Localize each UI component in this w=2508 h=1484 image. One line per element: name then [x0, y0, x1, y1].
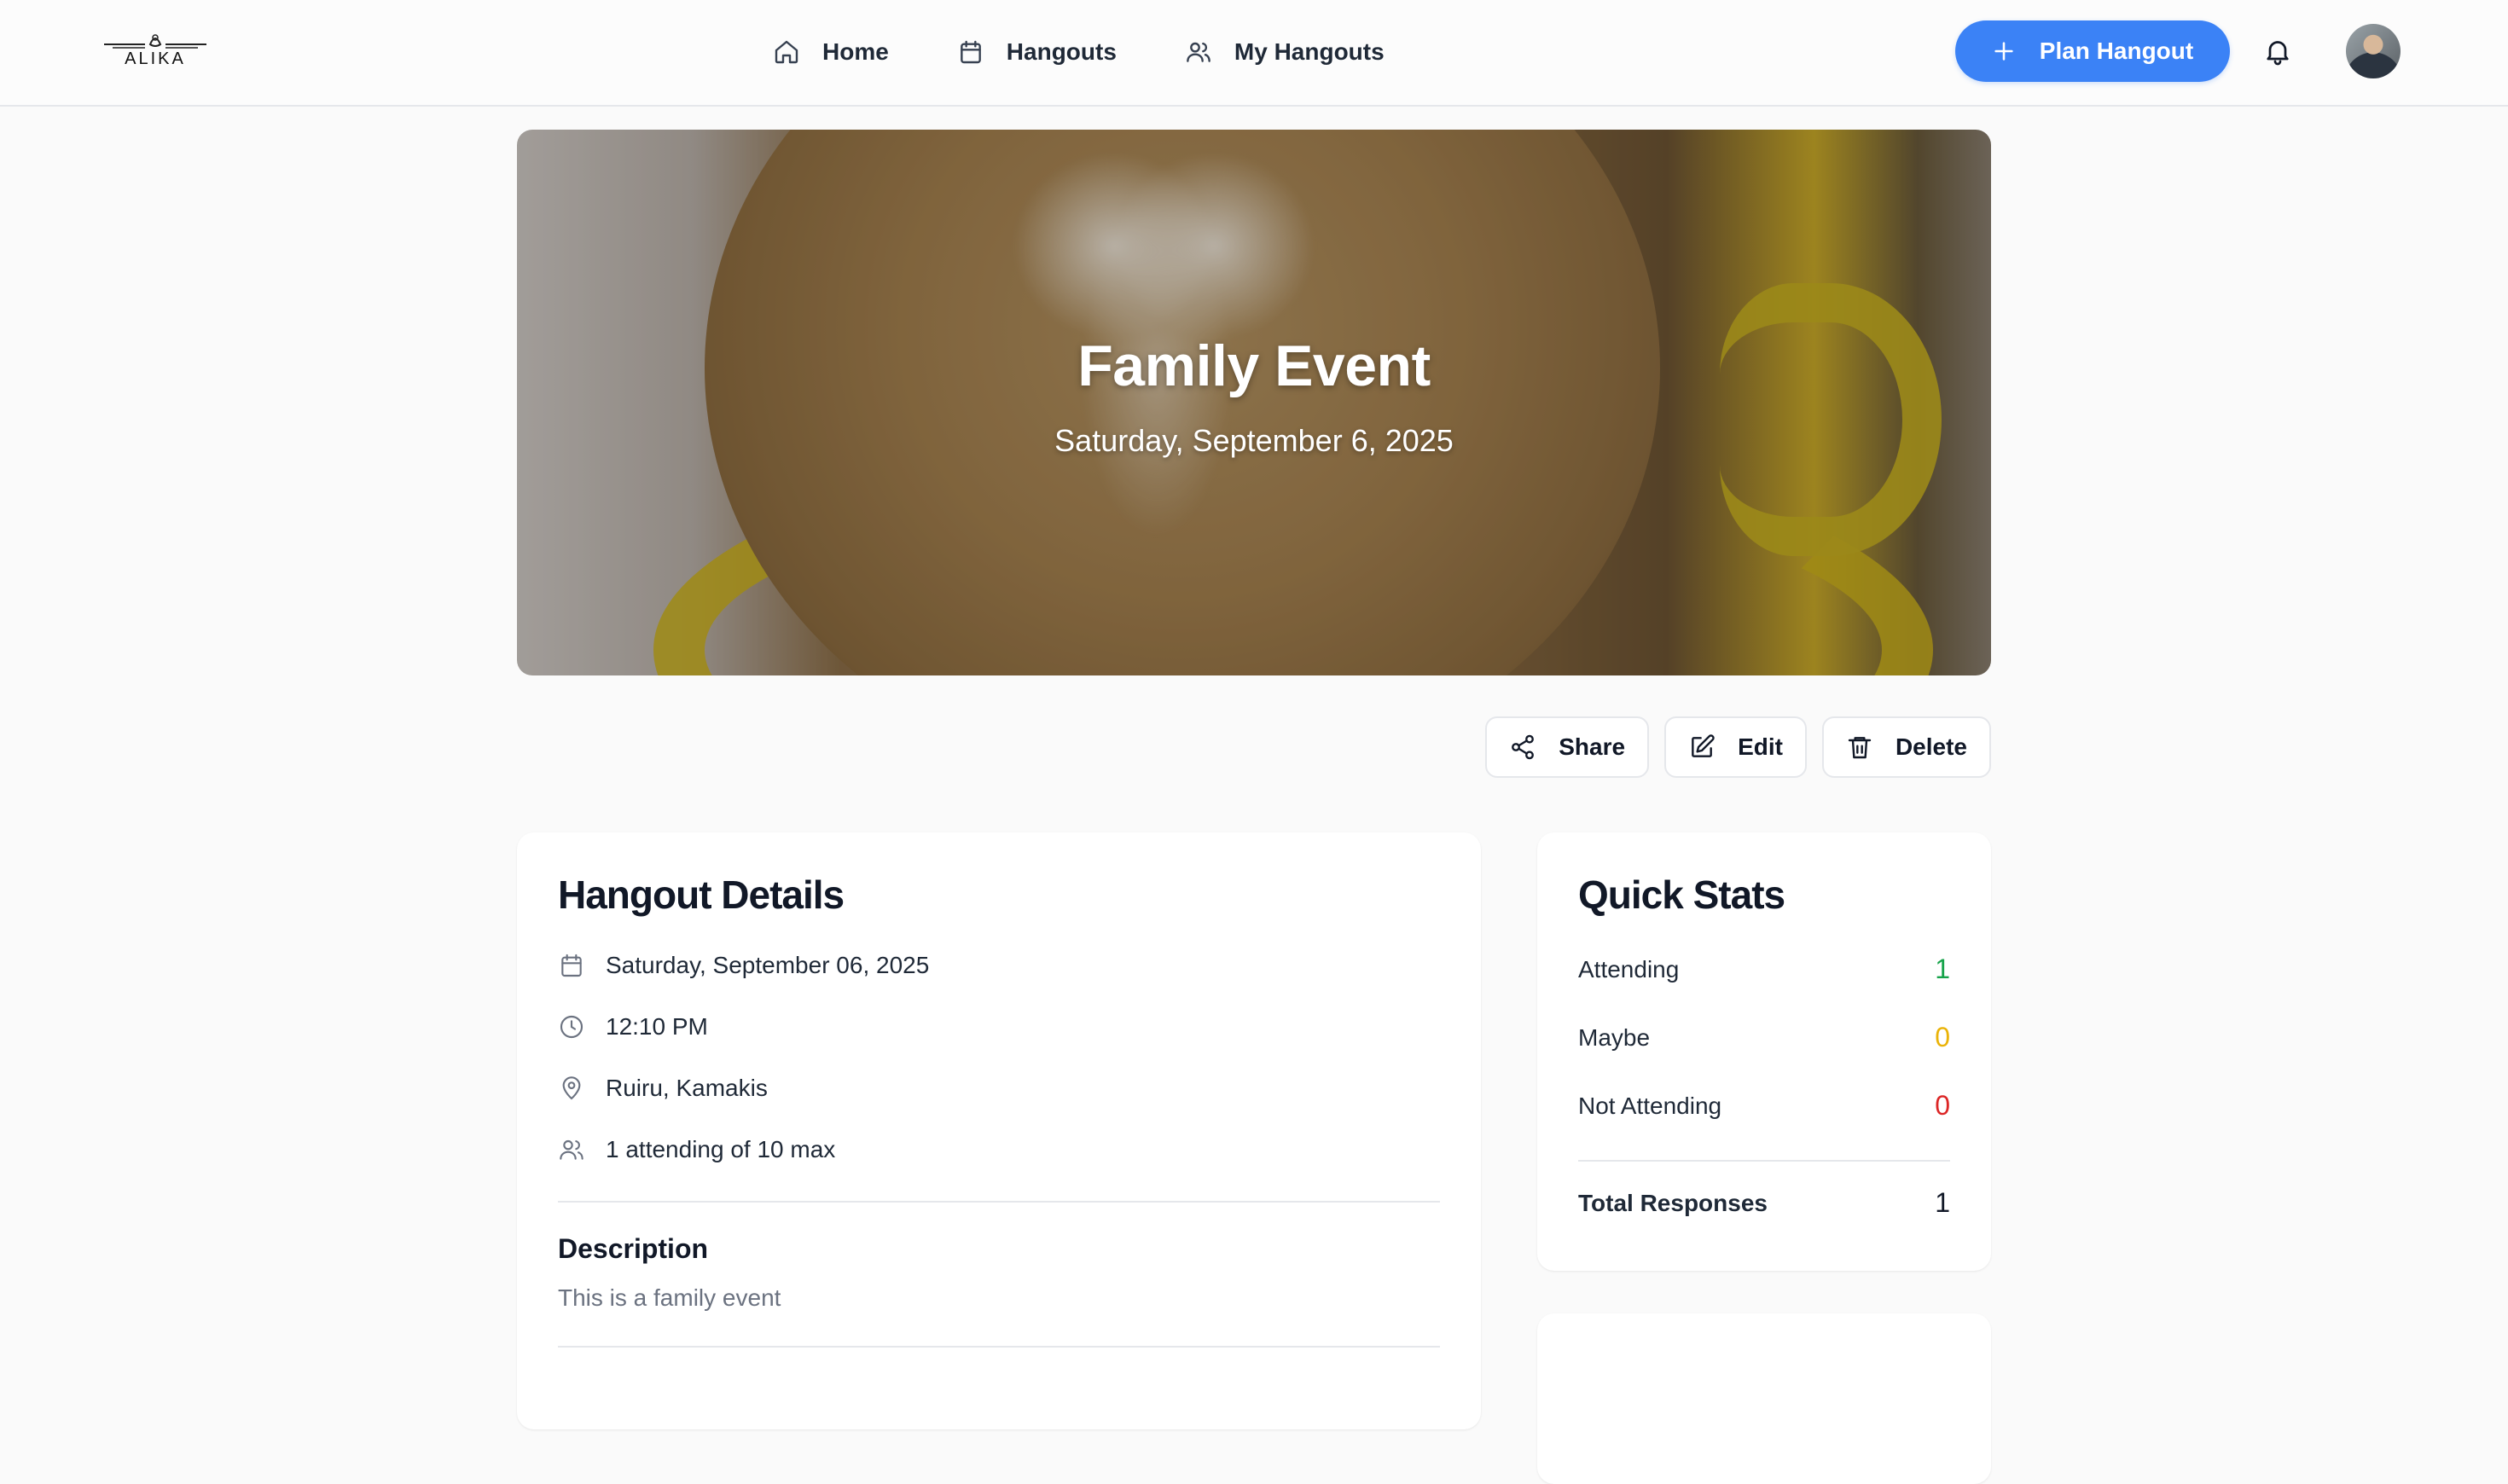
detail-time: 12:10 PM: [558, 1013, 708, 1041]
hero-banner: Family Event Saturday, September 6, 2025: [517, 130, 1991, 675]
stat-total: Total Responses 1: [1578, 1187, 1950, 1219]
stats-title: Quick Stats: [1578, 872, 1785, 917]
home-icon: [775, 40, 798, 64]
event-title: Family Event: [1077, 333, 1431, 398]
detail-time-text: 12:10 PM: [606, 1013, 708, 1040]
nav-my-hangouts[interactable]: My Hangouts: [1185, 38, 1385, 66]
nav-hangouts-label: Hangouts: [1006, 38, 1117, 65]
description-text: This is a family event: [558, 1284, 781, 1311]
details-title: Hangout Details: [558, 872, 845, 917]
share-label: Share: [1559, 733, 1626, 760]
stat-total-label: Total Responses: [1578, 1189, 1768, 1216]
nav-hangouts[interactable]: Hangouts: [957, 38, 1117, 66]
stat-maybe-label: Maybe: [1578, 1023, 1651, 1051]
stats-divider: [1578, 1160, 1950, 1162]
users-icon: [1187, 42, 1210, 62]
share-icon: [1512, 734, 1535, 760]
stat-attending-label: Attending: [1578, 955, 1680, 983]
stat-attending: Attending 1: [1578, 954, 1950, 985]
plan-hangout-label: Plan Hangout: [2039, 38, 2194, 64]
stat-not-attending-value: 0: [1935, 1090, 1950, 1121]
description-divider: [558, 1346, 1440, 1348]
detail-attendance-text: 1 attending of 10 max: [606, 1136, 836, 1162]
top-navbar: ALIKA Home Hangouts My Hangouts Plan Han…: [0, 0, 2508, 107]
calendar-icon: [561, 954, 582, 977]
detail-location: Ruiru, Kamakis: [558, 1075, 768, 1102]
map-pin-icon: [562, 1076, 581, 1100]
plus-icon: [1994, 42, 2013, 61]
stat-not-attending-label: Not Attending: [1578, 1092, 1722, 1119]
calendar-icon: [960, 40, 981, 64]
stat-attending-value: 1: [1935, 954, 1950, 984]
edit-icon: [1692, 734, 1715, 757]
edit-button[interactable]: Edit: [1664, 716, 1807, 778]
hero-overlay: [517, 130, 1991, 675]
detail-date: Saturday, September 06, 2025: [558, 952, 929, 979]
edit-label: Edit: [1738, 733, 1783, 760]
detail-date-text: Saturday, September 06, 2025: [606, 952, 930, 978]
trash-icon: [1848, 737, 1872, 759]
nav-my-hangouts-label: My Hangouts: [1234, 38, 1385, 65]
nav-home-label: Home: [822, 38, 889, 65]
description-title: Description: [558, 1233, 709, 1264]
delete-label: Delete: [1895, 733, 1967, 760]
event-actions: Share Edit Delete: [1485, 716, 1991, 778]
details-divider: [558, 1201, 1440, 1203]
share-button[interactable]: Share: [1485, 716, 1650, 778]
logo-text: ALIKA: [125, 49, 186, 68]
bell-icon[interactable]: [2262, 36, 2293, 67]
clock-icon: [560, 1015, 583, 1039]
plan-hangout-button[interactable]: Plan Hangout: [1955, 20, 2230, 82]
stat-total-value: 1: [1935, 1187, 1950, 1218]
stat-maybe-value: 0: [1935, 1022, 1950, 1052]
quick-stats-card: Quick Stats Attending 1 Maybe 0 Not Atte…: [1537, 832, 1991, 1271]
event-date: Saturday, September 6, 2025: [1054, 423, 1454, 458]
detail-attendance: 1 attending of 10 max: [558, 1136, 835, 1163]
user-avatar[interactable]: [2346, 24, 2401, 78]
main-nav: Home Hangouts My Hangouts: [773, 31, 1385, 73]
delete-button[interactable]: Delete: [1821, 716, 1991, 778]
hangout-details-card: Hangout Details Saturday, September 06, …: [517, 832, 1481, 1429]
nav-home[interactable]: Home: [773, 38, 889, 66]
alika-logo[interactable]: ALIKA: [102, 32, 208, 70]
users-icon: [560, 1139, 583, 1160]
stat-not-attending: Not Attending 0: [1578, 1090, 1950, 1122]
secondary-card: [1537, 1313, 1991, 1484]
detail-location-text: Ruiru, Kamakis: [606, 1075, 768, 1101]
stat-maybe: Maybe 0: [1578, 1022, 1950, 1053]
